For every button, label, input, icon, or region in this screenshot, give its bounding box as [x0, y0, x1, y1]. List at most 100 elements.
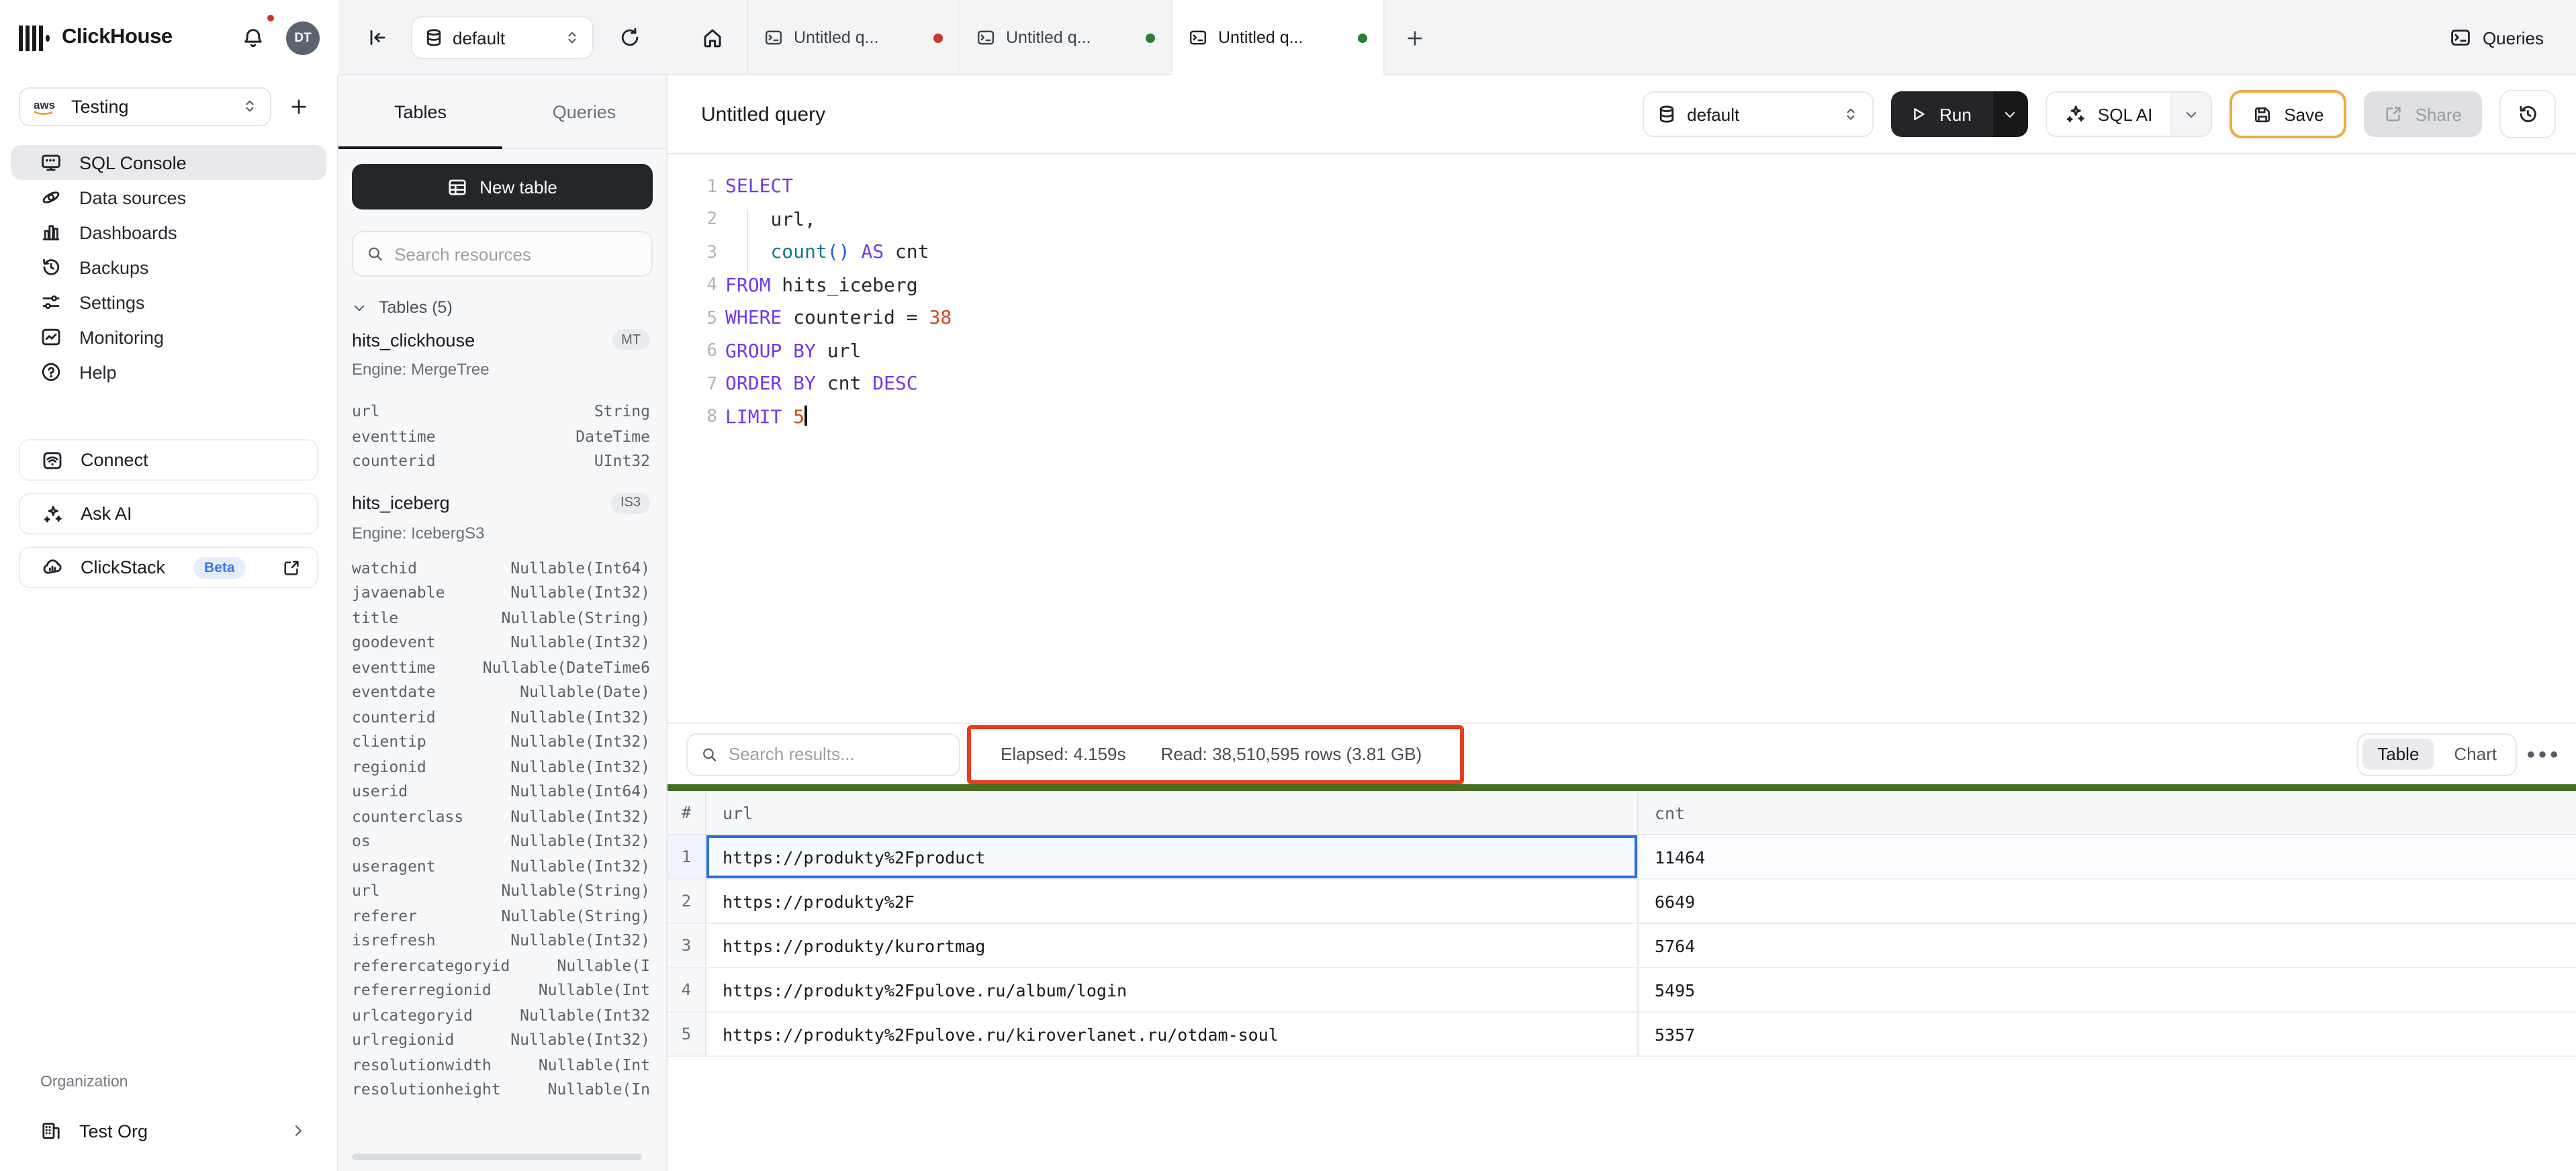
line-number: 4	[668, 276, 717, 296]
sidebar-item-data-sources[interactable]: Data sources	[11, 180, 326, 215]
column-row[interactable]: url String	[338, 399, 666, 424]
column-row[interactable]: resolutionheight Nullable(In	[338, 1077, 666, 1102]
sql-ai-button[interactable]: SQL AI	[2045, 91, 2211, 137]
row-url[interactable]: https://produkty%2F	[706, 880, 1637, 923]
tab-queries[interactable]: Queries	[502, 75, 666, 148]
column-type: String	[594, 402, 650, 421]
sidebar-item-monitoring[interactable]: Monitoring	[11, 320, 326, 355]
column-row[interactable]: regionid Nullable(Int32)	[338, 754, 666, 779]
table-row[interactable]: 4 https://produkty%2Fpulove.ru/album/log…	[668, 968, 2576, 1013]
sidebar-item-backups[interactable]: Backups	[11, 250, 326, 285]
column-row[interactable]: eventdate Nullable(Date)	[338, 680, 666, 704]
horizontal-scrollbar[interactable]	[352, 1154, 642, 1160]
code-line[interactable]: 7ORDER BY cnt DESC	[668, 368, 2576, 401]
tables-group-header[interactable]: Tables (5)	[338, 293, 666, 322]
code-line[interactable]: 1SELECT	[668, 171, 2576, 203]
sidebar-item-dashboards[interactable]: Dashboards	[11, 215, 326, 250]
resources-search[interactable]	[352, 231, 653, 277]
toggle-chart[interactable]: Chart	[2439, 739, 2512, 769]
code-line[interactable]: 6GROUP BY url	[668, 335, 2576, 368]
home-button[interactable]	[678, 0, 748, 75]
organization-selector[interactable]: Test Org	[0, 1112, 338, 1150]
new-tab-button[interactable]	[1385, 0, 1444, 75]
column-row[interactable]: referercategoryid Nullable(I	[338, 953, 666, 978]
table-row[interactable]: 1 https://produkty%2Fproduct 11464	[668, 835, 2576, 880]
editor-database-selector[interactable]: default	[1643, 91, 1874, 137]
row-url[interactable]: https://produkty%2Fproduct	[706, 835, 1637, 878]
column-row[interactable]: isrefresh Nullable(Int32)	[338, 928, 666, 953]
sql-ai-options-button[interactable]	[2170, 93, 2210, 136]
column-row[interactable]: os Nullable(Int32)	[338, 829, 666, 853]
code-line[interactable]: 2 url,	[668, 203, 2576, 236]
row-url[interactable]: https://produkty%2Fpulove.ru/album/login	[706, 968, 1637, 1011]
tab-untitled-query-1[interactable]: Untitled q...	[748, 0, 960, 75]
column-row[interactable]: urlregionid Nullable(Int32)	[338, 1027, 666, 1052]
code-line[interactable]: 5WHERE counterid = 38	[668, 302, 2576, 335]
row-url[interactable]: https://produkty%2Fpulove.ru/kiroverlane…	[706, 1013, 1637, 1056]
share-button-disabled[interactable]: Share	[2364, 91, 2482, 137]
ask-ai-button[interactable]: Ask AI	[19, 493, 318, 534]
refresh-button[interactable]	[610, 17, 650, 58]
column-row[interactable]: title Nullable(String)	[338, 605, 666, 630]
toggle-table[interactable]: Table	[2362, 739, 2434, 769]
column-row[interactable]: eventtime Nullable(DateTime6	[338, 655, 666, 680]
column-row[interactable]: referer Nullable(String)	[338, 903, 666, 928]
column-row[interactable]: useragent Nullable(Int32)	[338, 853, 666, 878]
tab-untitled-query-2[interactable]: Untitled q...	[960, 0, 1172, 75]
header-num[interactable]: #	[668, 791, 706, 834]
column-row[interactable]: urlcategoryid Nullable(Int32	[338, 1002, 666, 1027]
column-row[interactable]: eventtime DateTime	[338, 424, 666, 449]
table-item-hits-clickhouse[interactable]: hits_clickhouse MT	[338, 322, 666, 357]
notifications-button[interactable]	[232, 17, 273, 58]
collapse-sidebar-button[interactable]	[357, 17, 398, 58]
run-options-button[interactable]	[1993, 91, 2028, 137]
column-row[interactable]: clientip Nullable(Int32)	[338, 729, 666, 754]
resources-search-input[interactable]	[394, 244, 638, 264]
code-line[interactable]: 4FROM hits_iceberg	[668, 269, 2576, 302]
sql-editor[interactable]: 1SELECT2 url,3 count() AS cnt4FROM hits_…	[668, 154, 2576, 722]
table-row[interactable]: 2 https://produkty%2F 6649	[668, 880, 2576, 924]
save-button[interactable]: Save	[2229, 90, 2346, 138]
column-row[interactable]: refererregionid Nullable(Int	[338, 978, 666, 1002]
column-row[interactable]: counterid UInt32	[338, 449, 666, 473]
tab-label: Untitled q...	[1218, 28, 1303, 47]
column-row[interactable]: goodevent Nullable(Int32)	[338, 630, 666, 655]
sidebar-item-help[interactable]: Help	[11, 355, 326, 389]
tab-tables[interactable]: Tables	[338, 75, 502, 148]
header-cnt[interactable]: cnt	[1637, 791, 2576, 834]
add-service-button[interactable]	[278, 86, 318, 126]
column-type: Nullable(Int32)	[510, 832, 650, 851]
sidebar-item-sql-console[interactable]: SQL Console	[11, 145, 326, 180]
table-row[interactable]: 3 https://produkty/kurortmag 5764	[668, 924, 2576, 968]
run-button-main[interactable]: Run	[1891, 91, 1993, 137]
header-url[interactable]: url	[706, 791, 1637, 834]
row-url[interactable]: https://produkty/kurortmag	[706, 924, 1637, 967]
query-title[interactable]: Untitled query	[701, 103, 825, 126]
clickstack-button[interactable]: ClickStack Beta	[19, 547, 318, 588]
table-item-hits-iceberg[interactable]: hits_iceberg IS3	[338, 485, 666, 520]
column-row[interactable]: javaenable Nullable(Int32)	[338, 580, 666, 605]
service-selector[interactable]: aws Testing	[19, 87, 271, 126]
avatar[interactable]: DT	[286, 21, 320, 54]
tab-untitled-query-3-active[interactable]: Untitled q...	[1172, 0, 1385, 75]
results-more-button[interactable]: ●●●	[2517, 746, 2571, 762]
query-history-button[interactable]	[2499, 90, 2556, 138]
column-row[interactable]: url Nullable(String)	[338, 878, 666, 903]
queries-button[interactable]: Queries	[2450, 0, 2544, 75]
results-search-input[interactable]	[729, 744, 946, 764]
column-row[interactable]: counterid Nullable(Int32)	[338, 704, 666, 729]
database-selector[interactable]: default	[411, 16, 594, 59]
column-row[interactable]: watchid Nullable(Int64)	[338, 555, 666, 580]
new-table-button[interactable]: New table	[352, 164, 653, 209]
column-row[interactable]: userid Nullable(Int64)	[338, 779, 666, 804]
sidebar-item-settings[interactable]: Settings	[11, 285, 326, 320]
results-search[interactable]	[686, 733, 960, 776]
run-button[interactable]: Run	[1891, 91, 2028, 137]
sql-ai-main[interactable]: SQL AI	[2047, 93, 2170, 136]
column-row[interactable]: resolutionwidth Nullable(Int	[338, 1052, 666, 1077]
code-line[interactable]: 8LIMIT 5	[668, 401, 2576, 434]
table-row[interactable]: 5 https://produkty%2Fpulove.ru/kiroverla…	[668, 1013, 2576, 1057]
connect-button[interactable]: Connect	[19, 439, 318, 481]
column-row[interactable]: counterclass Nullable(Int32)	[338, 804, 666, 829]
code-line[interactable]: 3 count() AS cnt	[668, 236, 2576, 269]
